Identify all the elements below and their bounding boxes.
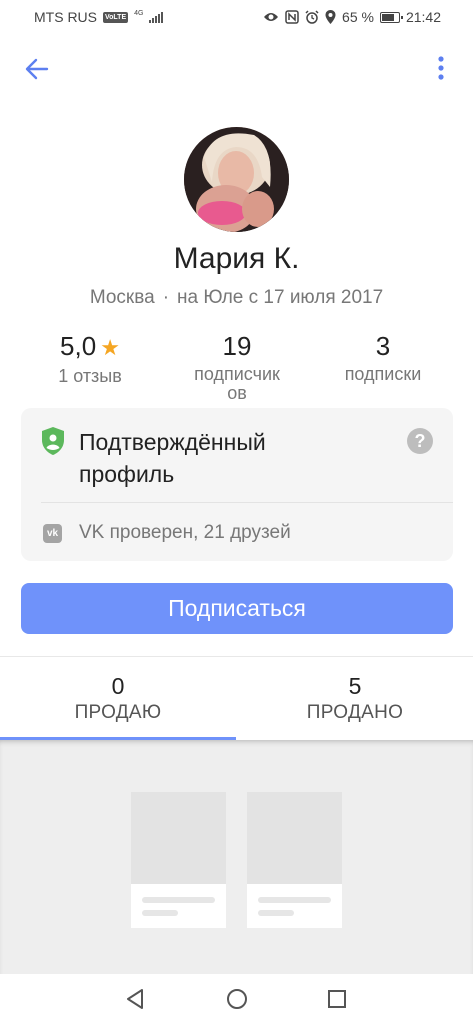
profile-name: Мария К. (173, 242, 300, 275)
arrow-left-icon (25, 58, 49, 80)
nfc-icon (285, 10, 299, 24)
location-icon (325, 10, 336, 24)
eye-icon (264, 13, 279, 21)
square-recent-icon[interactable] (324, 986, 350, 1012)
card-divider (41, 502, 453, 503)
followers-label-line1: подписчик (194, 364, 280, 384)
back-button[interactable] (22, 55, 52, 83)
battery-fill (381, 13, 394, 21)
placeholder-line (142, 897, 215, 903)
tab-selling-count: 0 (111, 673, 125, 699)
verified-profile-card: Подтверждённый профиль ? vk VK проверен,… (21, 408, 453, 561)
stat-followers[interactable]: 19 подписчик ов (172, 331, 302, 403)
triangle-back-icon[interactable] (123, 986, 149, 1012)
placeholder-card (247, 792, 342, 928)
status-bar: MTS RUS VoLTE 4G 65 % 21:42 (0, 0, 473, 34)
circle-home-icon[interactable] (224, 986, 250, 1012)
tab-selling[interactable]: 0 ПРОДАЮ (0, 672, 236, 726)
section-divider (0, 656, 473, 657)
placeholder-image (131, 792, 226, 884)
more-vertical-icon (438, 56, 444, 80)
clock: 21:42 (405, 9, 441, 25)
subscribe-button[interactable]: Подписаться (21, 583, 453, 634)
status-right: 65 % 21:42 (263, 9, 441, 25)
placeholder-line (258, 910, 294, 916)
network-type: 4G (134, 9, 144, 17)
avatar[interactable] (184, 127, 289, 232)
avatar-photo (184, 127, 289, 232)
vk-verified-text: VK проверен, 21 друзей (79, 522, 291, 543)
volte-badge: VoLTE (103, 11, 129, 23)
tab-sold-count: 5 (348, 673, 362, 699)
alarm-icon (305, 10, 319, 24)
followers-value: 19 (222, 331, 252, 361)
followers-label-line2: ов (227, 383, 247, 403)
tab-sold[interactable]: 5 ПРОДАНО (237, 672, 473, 726)
verified-title-line1: Подтверждённый (79, 429, 266, 455)
verified-title-line2: профиль (79, 461, 175, 487)
verified-title: Подтверждённый профиль (79, 426, 379, 490)
star-icon: ★ (100, 335, 120, 360)
status-left: MTS RUS VoLTE 4G (34, 9, 164, 25)
rating-value: 5,0 (60, 331, 97, 361)
carrier-name: MTS RUS (34, 9, 97, 25)
placeholder-line (142, 910, 178, 916)
shield-check-icon (42, 427, 64, 455)
tab-selling-label: ПРОДАЮ (74, 702, 162, 723)
placeholder-card (131, 792, 226, 928)
system-nav-bar (0, 974, 473, 1024)
more-menu-button[interactable] (430, 54, 452, 84)
stat-following[interactable]: 3 подписки (323, 331, 443, 384)
tab-sold-label: ПРОДАНО (306, 702, 404, 723)
profile-meta: Москва · на Юле с 17 июля 2017 (0, 287, 473, 309)
profile-city: Москва (89, 287, 155, 308)
listings-area (0, 740, 473, 974)
following-value: 3 (375, 331, 391, 361)
following-label: подписки (344, 364, 422, 384)
battery-percent: 65 % (342, 9, 374, 25)
profile-since: на Юле с 17 июля 2017 (177, 287, 384, 308)
placeholder-image (247, 792, 342, 884)
rating-label: 1 отзыв (58, 366, 122, 386)
vk-icon: vk (43, 524, 62, 543)
stat-rating[interactable]: 5,0 ★ 1 отзыв (30, 331, 150, 386)
placeholder-line (258, 897, 331, 903)
meta-separator: · (162, 287, 170, 308)
signal-icon (149, 11, 164, 23)
help-icon[interactable]: ? (407, 428, 433, 454)
rating-value-row: 5,0 ★ (30, 331, 150, 363)
battery-icon (379, 11, 403, 23)
followers-label: подписчик ов (172, 365, 302, 403)
